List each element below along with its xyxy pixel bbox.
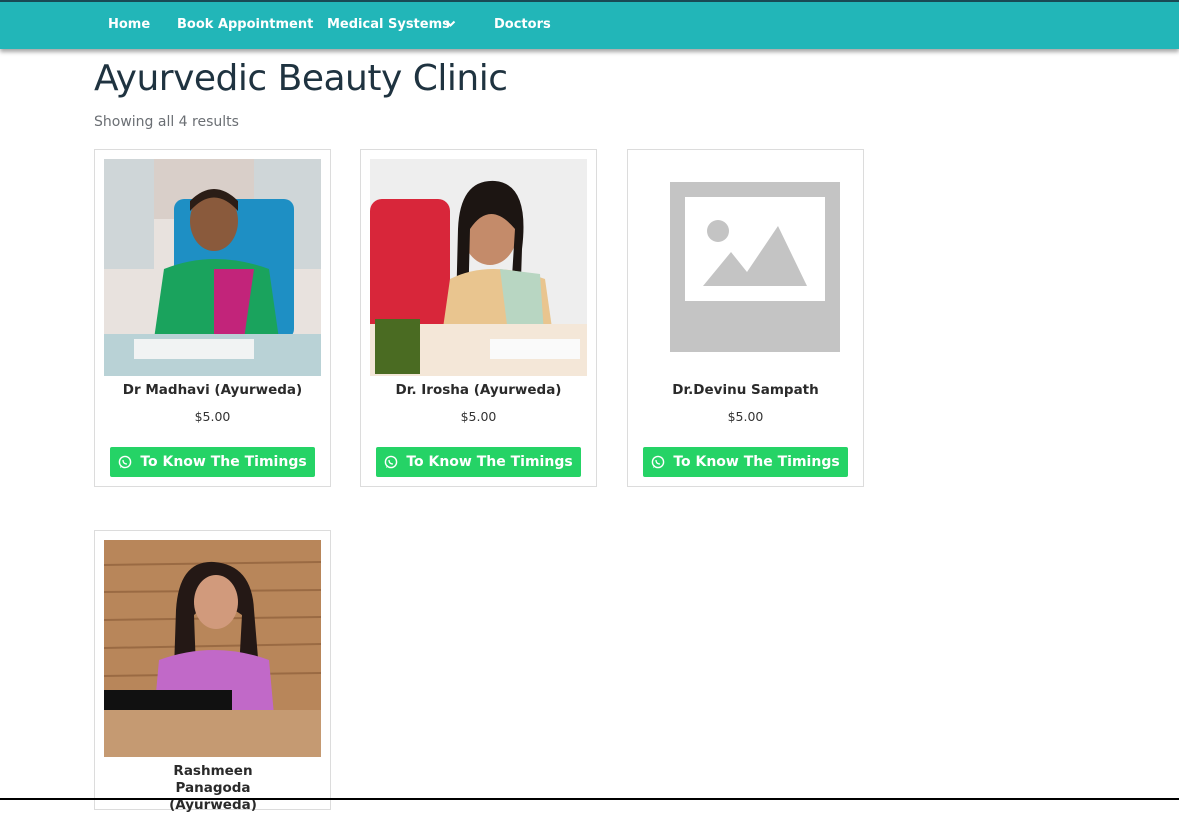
timings-button[interactable]: To Know The Timings bbox=[643, 447, 848, 477]
timings-button-label: To Know The Timings bbox=[673, 454, 840, 470]
product-card: Dr.Devinu Sampath $5.00 To Know The Timi… bbox=[627, 149, 864, 487]
product-price: $5.00 bbox=[460, 409, 497, 424]
nav-home[interactable]: Home bbox=[108, 17, 150, 32]
product-card: Dr. Irosha (Ayurweda) $5.00 To Know The … bbox=[360, 149, 597, 487]
chevron-down-icon[interactable] bbox=[445, 19, 456, 29]
doctor-photo[interactable] bbox=[104, 159, 321, 376]
product-name[interactable]: Dr. Irosha (Ayurweda) bbox=[361, 382, 596, 399]
timings-button-label: To Know The Timings bbox=[140, 454, 307, 470]
product-price: $5.00 bbox=[727, 409, 764, 424]
product-price: $5.00 bbox=[194, 409, 231, 424]
product-name[interactable]: Dr.Devinu Sampath bbox=[628, 382, 863, 399]
page-title: Ayurvedic Beauty Clinic bbox=[94, 58, 508, 99]
nav-doctors[interactable]: Doctors bbox=[494, 17, 551, 32]
timings-button[interactable]: To Know The Timings bbox=[376, 447, 581, 477]
result-count: Showing all 4 results bbox=[94, 114, 239, 130]
timings-button-label: To Know The Timings bbox=[406, 454, 573, 470]
timings-button[interactable]: To Know The Timings bbox=[110, 447, 315, 477]
doctor-photo[interactable] bbox=[104, 540, 321, 757]
nav-medical-systems[interactable]: Medical Systems bbox=[327, 17, 450, 32]
doctor-photo[interactable] bbox=[370, 159, 587, 376]
product-card: Dr Madhavi (Ayurweda) $5.00 To Know The … bbox=[94, 149, 331, 487]
whatsapp-icon bbox=[652, 455, 665, 469]
whatsapp-icon bbox=[119, 455, 132, 469]
whatsapp-icon bbox=[385, 455, 398, 469]
product-card: Rashmeen Panagoda (Ayurweda) bbox=[94, 530, 331, 813]
nav-book-appointment[interactable]: Book Appointment bbox=[177, 17, 313, 32]
placeholder-image[interactable] bbox=[637, 159, 854, 376]
main-navbar: Home Book Appointment Medical Systems Do… bbox=[0, 2, 1179, 49]
product-name[interactable]: Rashmeen Panagoda (Ayurweda) bbox=[135, 763, 291, 814]
product-name[interactable]: Dr Madhavi (Ayurweda) bbox=[95, 382, 330, 399]
